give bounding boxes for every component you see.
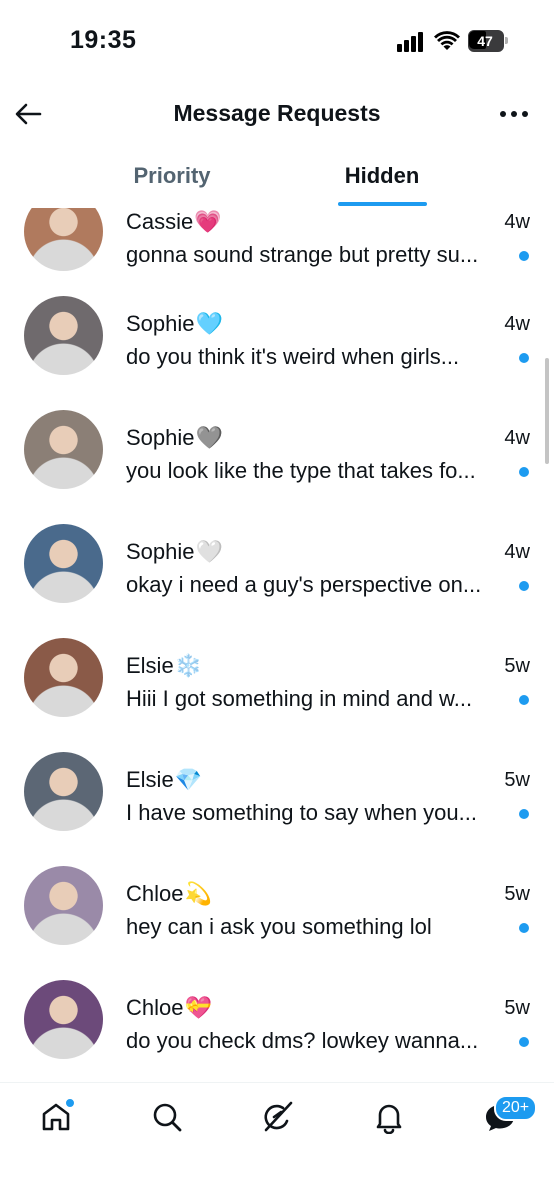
sender-name: Elsie💎 (126, 766, 202, 794)
more-horizontal-icon (500, 111, 528, 117)
avatar (24, 638, 103, 717)
scrollbar[interactable] (545, 358, 549, 464)
message-age: 4w (504, 427, 530, 449)
conversation-row[interactable]: Sophie🩶 4w you look like the type that t… (0, 410, 554, 524)
message-age: 4w (504, 211, 530, 233)
home-notification-dot (64, 1097, 76, 1109)
unread-indicator (519, 251, 529, 261)
avatar (24, 866, 103, 945)
conversation-row[interactable]: Elsie💎 5w I have something to say when y… (0, 752, 554, 866)
cellular-signal-icon (397, 30, 427, 52)
message-preview: Hiii I got something in mind and w... (126, 686, 473, 711)
tab-bar: Priority Hidden (0, 150, 554, 206)
message-preview: you look like the type that takes fo... (126, 458, 476, 483)
wifi-icon (434, 31, 460, 50)
bottom-nav: 20+ (0, 1082, 554, 1201)
sender-name: Elsie❄️ (126, 652, 202, 680)
search-icon (153, 1103, 182, 1132)
status-time: 19:35 (70, 26, 137, 54)
battery-level: 47 (477, 33, 493, 49)
sender-name-text: Elsie (126, 767, 174, 792)
sender-name-text: Elsie (126, 653, 174, 678)
nav-notifications-button[interactable] (369, 1097, 409, 1137)
sender-emoji: 💎 (174, 767, 203, 792)
message-preview: do you check dms? lowkey wanna... (126, 1028, 479, 1053)
sender-emoji: 🩶 (195, 425, 223, 450)
conversation-row[interactable]: Sophie🤍 4w okay i need a guy's perspecti… (0, 524, 554, 638)
sender-name-text: Cassie (126, 209, 194, 234)
sender-name: Chloe💫 (126, 880, 212, 908)
message-age: 4w (504, 541, 530, 563)
header: Message Requests (0, 80, 554, 150)
unread-indicator (519, 467, 529, 477)
message-preview: gonna sound strange but pretty su... (126, 242, 479, 267)
sender-name: Chloe💝 (126, 994, 212, 1022)
unread-indicator (519, 923, 529, 933)
conversation-row[interactable]: Elsie❄️ 5w Hiii I got something in mind … (0, 638, 554, 752)
sender-name-text: Chloe (126, 881, 184, 906)
message-age: 5w (504, 997, 530, 1019)
sender-emoji: ❄️ (174, 653, 203, 678)
sender-name: Sophie🩵 (126, 310, 223, 338)
unread-indicator (519, 695, 529, 705)
message-age: 5w (504, 769, 530, 791)
message-age: 4w (504, 313, 530, 335)
conversation-row[interactable]: Chloe💫 5w hey can i ask you something lo… (0, 866, 554, 980)
message-preview: I have something to say when you... (126, 800, 477, 825)
message-preview: okay i need a guy's perspective on... (126, 572, 482, 597)
grok-icon (264, 1101, 293, 1132)
sender-emoji: 💫 (184, 881, 212, 906)
sender-name-text: Sophie (126, 425, 195, 450)
unread-indicator (519, 809, 529, 819)
sender-emoji: 💗 (194, 209, 222, 234)
sender-emoji: 🤍 (195, 539, 223, 564)
sender-emoji: 🩵 (195, 311, 223, 336)
message-request-list[interactable]: Cassie💗 4w gonna sound strange but prett… (0, 208, 554, 1082)
messages-count-badge: 20+ (494, 1095, 538, 1121)
nav-grok-button[interactable] (258, 1097, 298, 1137)
sender-name-text: Sophie (126, 539, 195, 564)
avatar (24, 410, 103, 489)
nav-search-button[interactable] (147, 1097, 187, 1137)
bell-icon (376, 1104, 402, 1134)
avatar (24, 752, 103, 831)
sender-name-text: Sophie (126, 311, 195, 336)
unread-indicator (519, 353, 529, 363)
message-preview: hey can i ask you something lol (126, 914, 432, 939)
tab-active-indicator (338, 202, 427, 206)
more-options-button[interactable] (494, 98, 534, 130)
sender-name: Sophie🤍 (126, 538, 223, 566)
page-title: Message Requests (173, 100, 381, 126)
message-preview: do you think it's weird when girls... (126, 344, 460, 369)
sender-name: Cassie💗 (126, 208, 222, 236)
message-age: 5w (504, 655, 530, 677)
conversation-row[interactable]: Sophie🩵 4w do you think it's weird when … (0, 296, 554, 410)
avatar (24, 296, 103, 375)
avatar (24, 208, 103, 271)
status-bar: 19:35 47 (0, 0, 554, 80)
sender-emoji: 💝 (184, 995, 212, 1020)
sender-name: Sophie🩶 (126, 424, 223, 452)
tab-priority[interactable]: Priority (92, 150, 252, 206)
unread-indicator (519, 581, 529, 591)
avatar (24, 980, 103, 1059)
conversation-row[interactable]: Chloe💝 5w do you check dms? lowkey wanna… (0, 980, 554, 1082)
unread-indicator (519, 1037, 529, 1047)
sender-name-text: Chloe (126, 995, 184, 1020)
conversation-row[interactable]: Cassie💗 4w gonna sound strange but prett… (0, 208, 554, 308)
battery-icon: 47 (468, 30, 508, 52)
tab-hidden[interactable]: Hidden (302, 150, 462, 206)
avatar (24, 524, 103, 603)
message-age: 5w (504, 883, 530, 905)
